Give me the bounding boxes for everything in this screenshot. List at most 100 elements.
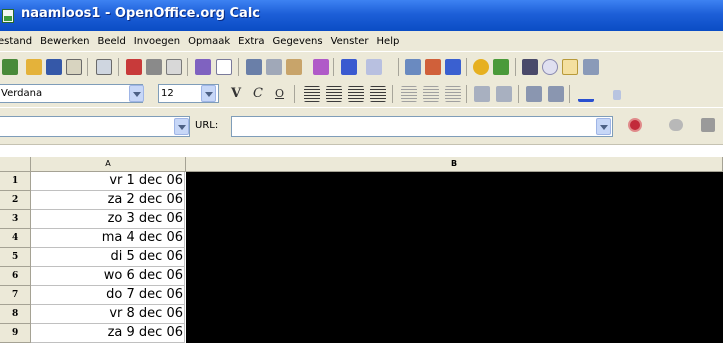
paste-icon[interactable]: [286, 59, 302, 75]
spellcheck-icon[interactable]: [195, 59, 211, 75]
print-icon[interactable]: [146, 59, 162, 75]
autospellcheck-icon[interactable]: [216, 59, 232, 75]
datasources-icon[interactable]: [583, 59, 599, 75]
column-header-a[interactable]: A: [31, 157, 186, 172]
menu-view[interactable]: Beeld: [94, 36, 130, 47]
row-header[interactable]: 9: [0, 324, 31, 343]
sort-descending-icon[interactable]: [445, 59, 461, 75]
cell-b[interactable]: [186, 229, 723, 248]
menu-help[interactable]: Help: [373, 36, 404, 47]
email-icon[interactable]: [66, 59, 82, 75]
url-input[interactable]: [231, 116, 613, 137]
row-header[interactable]: 3: [0, 210, 31, 229]
cell-b[interactable]: [186, 305, 723, 324]
align-left-icon[interactable]: [304, 86, 320, 102]
copy-icon[interactable]: [266, 59, 282, 75]
table-row: 7 do 7 dec 06: [0, 286, 723, 305]
menu-file[interactable]: estand: [0, 36, 36, 47]
justify-icon[interactable]: [370, 86, 386, 102]
menu-data[interactable]: Gegevens: [269, 36, 327, 47]
cell-b[interactable]: [186, 191, 723, 210]
font-color-icon[interactable]: [578, 86, 594, 102]
font-name-box[interactable]: Verdana: [0, 84, 143, 103]
merge-cells-icon[interactable]: [401, 86, 417, 102]
menu-edit[interactable]: Bewerken: [36, 36, 93, 47]
url-label: URL:: [195, 120, 219, 131]
cell-a[interactable]: za 2 dec 06: [31, 191, 185, 210]
title-bar: naamloos1 - OpenOffice.org Calc: [0, 0, 723, 31]
draw-functions-icon[interactable]: [493, 59, 509, 75]
cell-b[interactable]: [186, 286, 723, 305]
underline-icon[interactable]: O: [275, 87, 284, 100]
cell-a[interactable]: do 7 dec 06: [31, 286, 185, 305]
menu-bar: estand Bewerken Beeld Invoegen Opmaak Ex…: [0, 31, 723, 51]
cut-icon[interactable]: [246, 59, 262, 75]
row-header[interactable]: 7: [0, 286, 31, 305]
cell-b[interactable]: [186, 172, 723, 191]
format-text-icon[interactable]: [526, 86, 542, 102]
row-header[interactable]: 6: [0, 267, 31, 286]
cell-a[interactable]: wo 6 dec 06: [31, 267, 185, 286]
chart-icon[interactable]: [473, 59, 489, 75]
bold-icon[interactable]: V: [231, 86, 241, 101]
row-header[interactable]: 8: [0, 305, 31, 324]
menu-insert[interactable]: Invoegen: [130, 36, 184, 47]
format-paintbrush-icon[interactable]: [313, 59, 329, 75]
toolbar-options-icon[interactable]: [613, 90, 621, 100]
cell-a[interactable]: vr 8 dec 06: [31, 305, 185, 324]
align-center-icon[interactable]: [326, 86, 342, 102]
cell-a[interactable]: ma 4 dec 06: [31, 229, 185, 248]
find-replace-icon[interactable]: [522, 59, 538, 75]
font-color-dropdown-icon[interactable]: [600, 89, 607, 98]
edit-file-icon[interactable]: [96, 59, 112, 75]
font-size-dropdown-icon[interactable]: [201, 85, 216, 102]
gallery-icon[interactable]: [562, 59, 578, 75]
table-row: 9 za 9 dec 06: [0, 324, 723, 343]
menu-format[interactable]: Opmaak: [184, 36, 234, 47]
cell-a[interactable]: di 5 dec 06: [31, 248, 185, 267]
cell-a[interactable]: vr 1 dec 06: [31, 172, 185, 191]
load-url-icon[interactable]: [669, 119, 683, 131]
character-spacing-icon[interactable]: [548, 86, 564, 102]
align-right-icon[interactable]: [348, 86, 364, 102]
url-dropdown-icon[interactable]: [596, 118, 611, 135]
select-all-corner[interactable]: [0, 157, 31, 172]
stop-dropdown-icon[interactable]: [648, 122, 656, 128]
cell-b[interactable]: [186, 324, 723, 343]
page-preview-icon[interactable]: [166, 59, 182, 75]
name-box-dropdown-icon[interactable]: [174, 118, 189, 135]
open-icon[interactable]: [26, 59, 42, 75]
export-pdf-icon[interactable]: [126, 59, 142, 75]
increase-font-icon[interactable]: [474, 86, 490, 102]
cell-a[interactable]: za 9 dec 06: [31, 324, 185, 343]
cell-b[interactable]: [186, 267, 723, 286]
decrease-font-icon[interactable]: [496, 86, 512, 102]
menu-window[interactable]: Venster: [327, 36, 373, 47]
new-icon[interactable]: [2, 59, 18, 75]
menu-tools[interactable]: Extra: [234, 36, 268, 47]
save-icon[interactable]: [46, 59, 62, 75]
row-header[interactable]: 1: [0, 172, 31, 191]
cell-b[interactable]: [186, 248, 723, 267]
navigator-icon[interactable]: [542, 59, 558, 75]
align-bottom-icon[interactable]: [445, 86, 461, 102]
stop-loading-icon[interactable]: [628, 118, 642, 132]
sort-ascending-icon[interactable]: [425, 59, 441, 75]
hyperlink-icon[interactable]: [405, 59, 421, 75]
row-header[interactable]: 2: [0, 191, 31, 210]
window-title: naamloos1 - OpenOffice.org Calc: [21, 6, 260, 21]
column-header-b[interactable]: B: [186, 157, 723, 172]
name-box[interactable]: [0, 116, 190, 137]
undo-icon[interactable]: [341, 59, 357, 75]
table-row: 6 wo 6 dec 06: [0, 267, 723, 286]
font-name-dropdown-icon[interactable]: [129, 85, 144, 102]
redo-icon[interactable]: [366, 59, 382, 75]
font-name-value: Verdana: [1, 88, 43, 99]
cell-b[interactable]: [186, 210, 723, 229]
align-top-icon[interactable]: [423, 86, 439, 102]
row-header[interactable]: 5: [0, 248, 31, 267]
italic-icon[interactable]: C: [253, 86, 263, 101]
bookmark-icon[interactable]: [701, 118, 715, 132]
row-header[interactable]: 4: [0, 229, 31, 248]
cell-a[interactable]: zo 3 dec 06: [31, 210, 185, 229]
